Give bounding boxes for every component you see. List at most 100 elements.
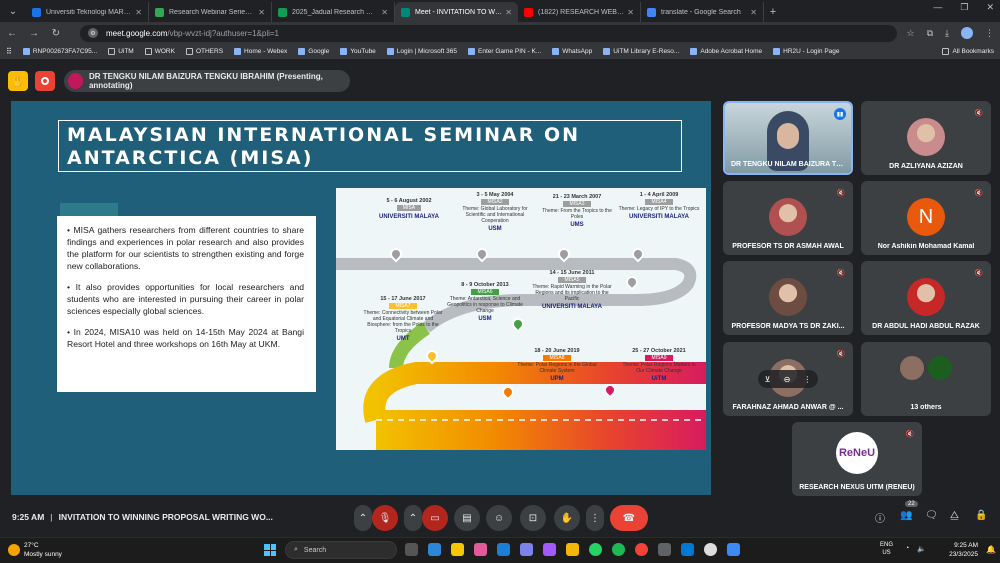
participant-tile[interactable]: 13 others <box>861 342 991 416</box>
app-icon[interactable] <box>658 543 671 556</box>
pin-icon[interactable]: ⊻ <box>765 375 771 384</box>
volume-icon[interactable]: 🔈 <box>917 545 926 553</box>
mic-options-button[interactable]: ⌃ <box>354 505 372 531</box>
camera-toggle-button[interactable]: ▭ <box>422 505 448 531</box>
back-icon[interactable]: ← <box>6 28 18 39</box>
bookmark-item[interactable]: Adobe Acrobat Home <box>690 48 762 55</box>
maximize-icon[interactable]: ❐ <box>960 2 968 13</box>
close-window-icon[interactable]: ✕ <box>986 2 994 13</box>
forward-icon[interactable]: → <box>28 28 40 39</box>
bookmark-item[interactable]: UiTM Library E-Reso... <box>603 48 679 55</box>
browser-tab[interactable]: Meet - INVITATION TO WIN... ✕ <box>395 2 518 22</box>
tab-close-icon[interactable]: ✕ <box>627 8 634 17</box>
browser-tab[interactable]: Research Webinar Series 7.0 20... ✕ <box>149 2 272 22</box>
menu-kebab-icon[interactable]: ⋮ <box>985 28 994 39</box>
bookmark-item[interactable]: Google <box>298 48 329 55</box>
profile-avatar[interactable] <box>961 27 973 39</box>
reload-icon[interactable]: ↻ <box>50 28 62 39</box>
taskbar-clock[interactable]: 9:25 AM 23/3/2025 <box>936 541 978 559</box>
bookmark-item[interactable]: Login | Microsoft 365 <box>386 48 457 55</box>
more-options-button[interactable]: ⋮ <box>586 505 604 531</box>
participant-tile[interactable]: N 🔇 Nor Ashikin Mohamad Kamal <box>861 181 991 255</box>
participant-tile[interactable]: ⊻ ⊖ ⋮ 🔇 FARAHNAZ AHMAD ANWAR @ ... <box>723 342 853 416</box>
tab-close-icon[interactable]: ✕ <box>381 8 388 17</box>
bookmark-folder[interactable]: OTHERS <box>185 48 223 55</box>
mic-toggle-button[interactable]: 🎙 <box>372 505 398 531</box>
participant-tile[interactable]: ▮▮ DR TENGKU NILAM BAIZURA TE... <box>723 101 853 175</box>
people-icon[interactable]: 👥 <box>900 510 912 521</box>
all-bookmarks-folder[interactable]: All Bookmarks <box>942 48 994 55</box>
chrome-icon[interactable] <box>635 543 648 556</box>
apps-grid-icon[interactable]: ⠿ <box>6 47 12 56</box>
present-button[interactable]: ⊡ <box>520 505 546 531</box>
tab-close-icon[interactable]: ✕ <box>505 8 512 17</box>
recording-icon[interactable] <box>35 71 55 91</box>
bookmark-item[interactable]: YouTube <box>340 48 376 55</box>
whatsapp-icon[interactable] <box>589 543 602 556</box>
app-icon[interactable] <box>727 543 740 556</box>
participant-avatar <box>907 278 945 316</box>
leave-call-button[interactable]: ☎ <box>610 505 648 531</box>
file-explorer-icon[interactable] <box>566 543 579 556</box>
presenter-banner[interactable]: DR TENGKU NILAM BAIZURA TENGKU IBRAHIM (… <box>64 70 350 92</box>
participant-tile[interactable]: 🔇 DR AZLIYANA AZIZAN <box>861 101 991 175</box>
taskbar-search[interactable]: ⌕ Search <box>285 541 397 559</box>
media-player-icon[interactable] <box>704 543 717 556</box>
outlook-icon[interactable] <box>681 543 694 556</box>
participant-avatar <box>769 278 807 316</box>
more-vert-icon[interactable]: ⋮ <box>803 375 811 384</box>
raise-hand-button[interactable]: ✋ <box>554 505 580 531</box>
bookmark-folder[interactable]: UiTM <box>108 48 134 55</box>
bookmark-item[interactable]: WhatsApp <box>552 48 592 55</box>
browser-tab[interactable]: Universiti Teknologi MARA - Ca... ✕ <box>26 2 149 22</box>
bookmark-item[interactable]: HR2U - Login Page <box>773 48 840 55</box>
participant-tile[interactable]: ReNeU 🔇 RESEARCH NEXUS UITM (RENEU) <box>792 422 922 496</box>
browser-tab[interactable]: 2025_Jadual Research Webinar... ✕ <box>272 2 395 22</box>
participant-name: PROFESOR TS DR ASMAH AWAL <box>732 243 844 250</box>
bookmark-favicon <box>690 48 698 55</box>
app-icon[interactable] <box>543 543 556 556</box>
browser-tab[interactable]: (1822) RESEARCH WEBINAR : FI... ✕ <box>518 2 641 22</box>
bookmark-star-icon[interactable]: ☆ <box>907 28 915 39</box>
hand-tool-icon[interactable]: ✋ <box>8 71 28 91</box>
captions-button[interactable]: ▤ <box>454 505 480 531</box>
participant-tile[interactable]: 🔇 DR ABDUL HADI ABDUL RAZAK <box>861 261 991 335</box>
bookmark-item[interactable]: RNP002673FA7C95... <box>22 48 97 55</box>
new-tab-button[interactable]: + <box>764 2 782 22</box>
participant-tile[interactable]: 🔇 PROFESOR TS DR ASMAH AWAL <box>723 181 853 255</box>
bookmark-item[interactable]: Enter Game PIN - K... <box>468 48 541 55</box>
host-controls-icon[interactable]: 🔒 <box>975 510 987 521</box>
site-info-icon[interactable]: ⚙ <box>88 28 98 38</box>
bookmark-item[interactable]: Home - Webex <box>234 48 287 55</box>
chat-icon[interactable]: 🗨 <box>925 510 938 521</box>
tab-search-icon[interactable]: ⌄ <box>4 2 22 20</box>
tab-close-icon[interactable]: ✕ <box>258 8 265 17</box>
language-indicator[interactable]: ENG US <box>880 541 893 557</box>
spotify-icon[interactable] <box>612 543 625 556</box>
tab-close-icon[interactable]: ✕ <box>750 8 757 17</box>
teams-icon[interactable] <box>520 543 533 556</box>
weather-widget[interactable]: 27°C Mostly sunny <box>8 541 62 559</box>
task-view-icon[interactable] <box>405 543 418 556</box>
browser-tab[interactable]: translate - Google Search ✕ <box>641 2 764 22</box>
remove-icon[interactable]: ⊖ <box>784 375 791 384</box>
tab-close-icon[interactable]: ✕ <box>135 8 142 17</box>
edge-icon[interactable] <box>497 543 510 556</box>
wifi-icon[interactable]: ◔ <box>905 545 909 552</box>
minimize-icon[interactable]: — <box>933 2 942 13</box>
timeline-date: 14 - 15 June 2011 <box>549 270 595 276</box>
info-icon[interactable]: ⓘ <box>875 510 885 525</box>
notification-bell-icon[interactable]: 🔔 <box>986 545 996 554</box>
windows-start-icon[interactable] <box>264 544 276 556</box>
participant-tile[interactable]: 🔇 PROFESOR MADYA TS DR ZAKI... <box>723 261 853 335</box>
widgets-icon[interactable] <box>428 543 441 556</box>
copilot-icon[interactable] <box>474 543 487 556</box>
bookmark-folder[interactable]: WORK <box>144 48 175 55</box>
emoji-button[interactable]: ☺ <box>486 505 512 531</box>
camera-options-button[interactable]: ⌃ <box>404 505 422 531</box>
activities-icon[interactable]: ⧋ <box>950 510 959 521</box>
extensions-icon[interactable]: ⧉ <box>927 28 933 39</box>
downloads-icon[interactable]: ⤓ <box>945 28 949 39</box>
address-bar[interactable]: ⚙ meet.google.com /vbp-wvzt-idj?authuser… <box>80 24 897 42</box>
sticky-notes-icon[interactable] <box>451 543 464 556</box>
